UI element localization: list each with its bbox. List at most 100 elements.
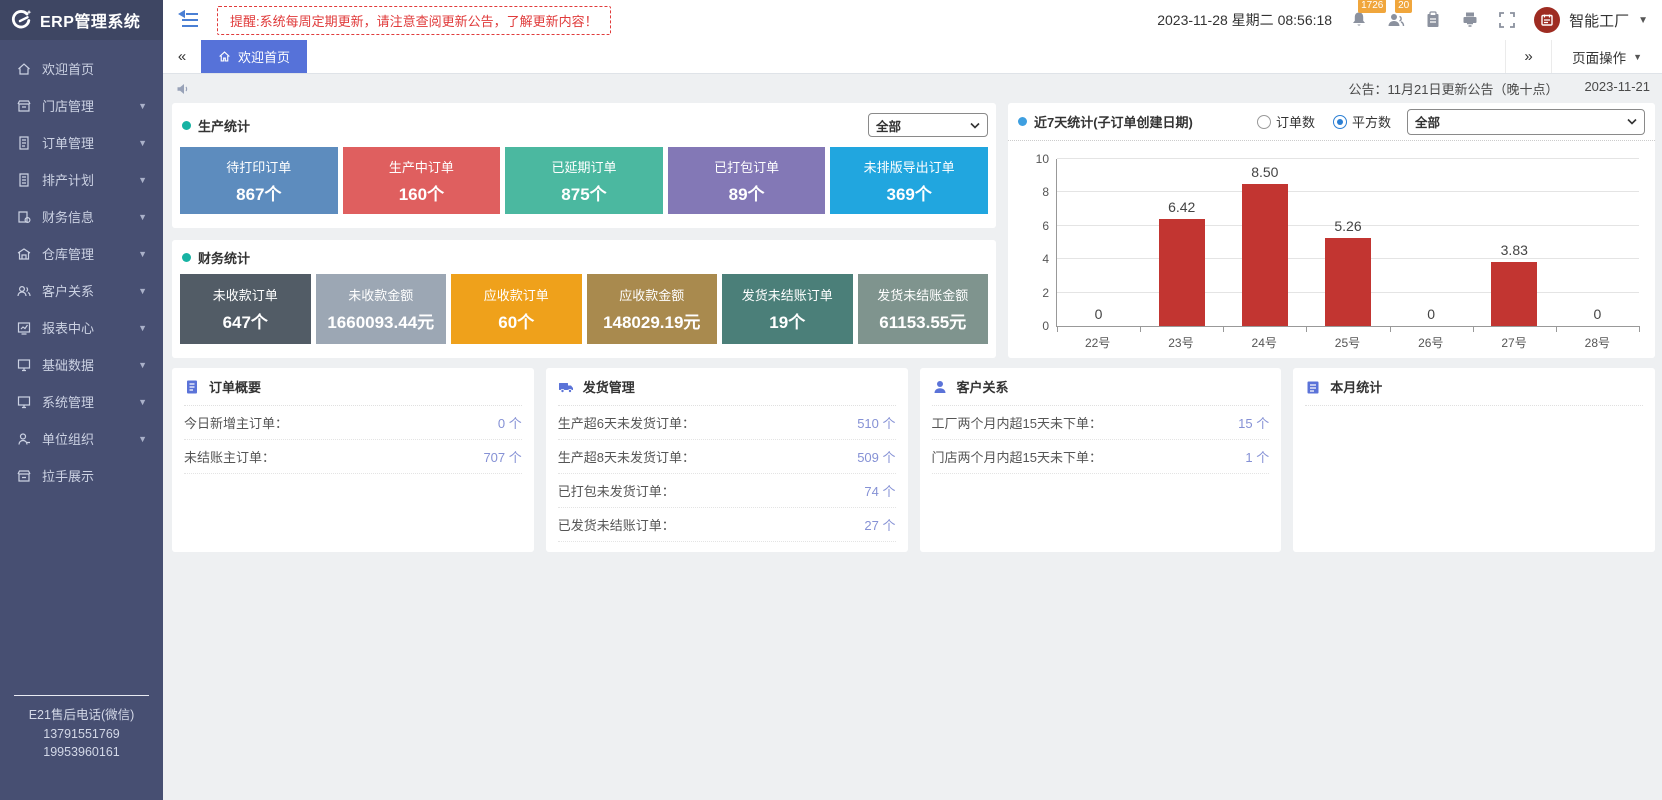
- panel-customer-relations: 客户关系 工厂两个月内超15天未下单： 15 个 门店两个月内超15天未下单： …: [920, 368, 1282, 552]
- user-name[interactable]: 智能工厂: [1569, 10, 1629, 31]
- avatar[interactable]: [1534, 7, 1560, 33]
- y-axis-tick-label: 6: [1023, 219, 1049, 233]
- x-axis-tick: [1556, 326, 1557, 332]
- table-row: 生产超6天未发货订单： 510 个: [558, 406, 896, 440]
- finance-stats-title: 财务统计: [198, 248, 250, 267]
- monitor-icon: [16, 357, 32, 373]
- top-right-group: 2023-11-28 星期二 08:56:18 1726 20 智能工厂 ▼: [1157, 7, 1648, 33]
- sidebar-item-warehouse[interactable]: 仓库管理▼: [0, 235, 163, 272]
- tabs-scroll-right-button[interactable]: »: [1505, 40, 1551, 73]
- page-actions-dropdown[interactable]: 页面操作 ▼: [1551, 40, 1662, 73]
- stat-tile-unpaid-orders[interactable]: 未收款订单 647个: [180, 274, 311, 344]
- x-axis-tick: [1057, 326, 1058, 332]
- sidebar-item-stores[interactable]: 门店管理▼: [0, 87, 163, 124]
- reports-icon: [16, 320, 32, 336]
- stat-tile-shipped-unsettled-amount[interactable]: 发货未结账金额 61153.55元: [858, 274, 989, 344]
- finance-icon: [16, 209, 32, 225]
- stat-tile-unscheduled-export[interactable]: 未排版导出订单 369个: [830, 147, 988, 214]
- fullscreen-button[interactable]: [1497, 10, 1517, 30]
- radio-square-meters[interactable]: 平方数: [1333, 112, 1391, 131]
- bar[interactable]: [1242, 184, 1288, 326]
- notifications-button[interactable]: 1726: [1349, 10, 1369, 30]
- printer-icon: [1460, 10, 1480, 30]
- bell-icon: [1349, 10, 1369, 30]
- print-button[interactable]: [1460, 10, 1480, 30]
- radio-order-count[interactable]: 订单数: [1257, 112, 1315, 131]
- panel-order-summary-header: 订单概要: [184, 368, 522, 406]
- finance-tiles: 未收款订单 647个 未收款金额 1660093.44元 应收款订单 60个 应…: [180, 274, 988, 344]
- bar-slot: 8.50: [1223, 159, 1306, 326]
- support-phone-title: E21售后电话(微信): [0, 706, 163, 725]
- stat-tile-packed[interactable]: 已打包订单 89个: [668, 147, 826, 214]
- bar-chart-x-labels: 22号23号24号25号26号27号28号: [1056, 334, 1639, 351]
- bar-slot: 3.83: [1473, 159, 1556, 326]
- tabs-scroll-left-button[interactable]: «: [163, 40, 201, 73]
- sidebar-item-schedule[interactable]: 排产计划▼: [0, 161, 163, 198]
- chevron-down-icon: ▼: [138, 101, 147, 111]
- sidebar-item-orders[interactable]: 订单管理▼: [0, 124, 163, 161]
- notifications-badge: 1726: [1358, 0, 1386, 13]
- x-axis-tick: [1306, 326, 1307, 332]
- sidebar-item-base-data[interactable]: 基础数据▼: [0, 346, 163, 383]
- warehouse-icon: [16, 246, 32, 262]
- person-icon: [16, 431, 32, 447]
- main-content: 公告：11月21日更新公告（晚十点） 2023-11-21 生产统计 全部 待打…: [163, 74, 1662, 800]
- table-row: 生产超8天未发货订单： 509 个: [558, 440, 896, 474]
- sidebar-item-system[interactable]: 系统管理▼: [0, 383, 163, 420]
- production-filter-select[interactable]: 全部: [868, 113, 988, 137]
- logo-icon: [8, 7, 34, 33]
- sidebar-item-home[interactable]: 欢迎首页: [0, 50, 163, 87]
- user-group-icon: [1386, 10, 1406, 30]
- stat-tile-to-print[interactable]: 待打印订单 867个: [180, 147, 338, 214]
- sidebar-item-reports[interactable]: 报表中心▼: [0, 309, 163, 346]
- announcement-bar: 公告：11月21日更新公告（晚十点） 2023-11-21: [163, 74, 1662, 103]
- datetime: 2023-11-28 星期二 08:56:18: [1157, 10, 1332, 30]
- tabbar-right-group: » 页面操作 ▼: [1505, 40, 1662, 73]
- radio-icon: [1257, 115, 1271, 129]
- y-axis-tick-label: 8: [1023, 185, 1049, 199]
- sidebar-item-customers[interactable]: 客户关系▼: [0, 272, 163, 309]
- stat-tile-shipped-unsettled-orders[interactable]: 发货未结账订单 19个: [722, 274, 853, 344]
- table-row: 已打包未发货订单： 74 个: [558, 474, 896, 508]
- home-icon: [218, 50, 231, 63]
- bar[interactable]: [1491, 262, 1537, 326]
- bar[interactable]: [1325, 238, 1371, 326]
- sidebar-item-organization[interactable]: 单位组织▼: [0, 420, 163, 457]
- section-dot-icon: [182, 121, 191, 130]
- tab-home[interactable]: 欢迎首页: [201, 40, 307, 73]
- announcement-text[interactable]: 公告：11月21日更新公告（晚十点）: [1348, 79, 1558, 98]
- x-axis-category-label: 27号: [1472, 334, 1555, 351]
- chevron-down-icon: [970, 122, 980, 129]
- bar-slot: 5.26: [1306, 159, 1389, 326]
- sidebar-item-finance[interactable]: 财务信息▼: [0, 198, 163, 235]
- users-button[interactable]: 20: [1386, 10, 1406, 30]
- sidebar: ERP管理系统 欢迎首页 门店管理▼ 订单管理▼ 排产计划▼ 财务信息▼ 仓库管…: [0, 0, 163, 800]
- x-axis-category-label: 26号: [1389, 334, 1472, 351]
- speaker-icon[interactable]: [175, 81, 191, 97]
- bar-slot: 0: [1556, 159, 1639, 326]
- chart-filter-select[interactable]: 全部: [1407, 109, 1645, 135]
- stat-tile-receivable-amount[interactable]: 应收款金额 148029.19元: [587, 274, 718, 344]
- sidebar-item-handshake[interactable]: 拉手展示: [0, 457, 163, 494]
- divider: [14, 695, 149, 696]
- production-stats-header: 生产统计 全部: [172, 103, 996, 147]
- y-axis-tick-label: 2: [1023, 286, 1049, 300]
- sidebar-footer: E21售后电话(微信) 13791551769 19953960161: [0, 695, 163, 762]
- bar-chart-plot: 024681006.428.505.2603.830: [1056, 159, 1639, 327]
- chart-title: 近7天统计(子订单创建日期): [1034, 112, 1193, 131]
- collapse-sidebar-icon[interactable]: [177, 10, 201, 30]
- stat-tile-in-production[interactable]: 生产中订单 160个: [343, 147, 501, 214]
- stat-tile-delayed[interactable]: 已延期订单 875个: [505, 147, 663, 214]
- x-axis-tick: [1223, 326, 1224, 332]
- bar[interactable]: [1159, 219, 1205, 326]
- panel-shipping-header: 发货管理: [558, 368, 896, 406]
- stat-tile-unpaid-amount[interactable]: 未收款金额 1660093.44元: [316, 274, 447, 344]
- tasks-button[interactable]: [1423, 10, 1443, 30]
- y-axis-tick-label: 4: [1023, 252, 1049, 266]
- app-title: ERP管理系统: [40, 8, 140, 32]
- finance-stats-card: 财务统计 未收款订单 647个 未收款金额 1660093.44元 应收款订单 …: [172, 240, 996, 358]
- user-menu-caret-icon[interactable]: ▼: [1638, 15, 1648, 26]
- stat-tile-receivable-orders[interactable]: 应收款订单 60个: [451, 274, 582, 344]
- schedule-icon: [16, 172, 32, 188]
- bar-slot: 6.42: [1140, 159, 1223, 326]
